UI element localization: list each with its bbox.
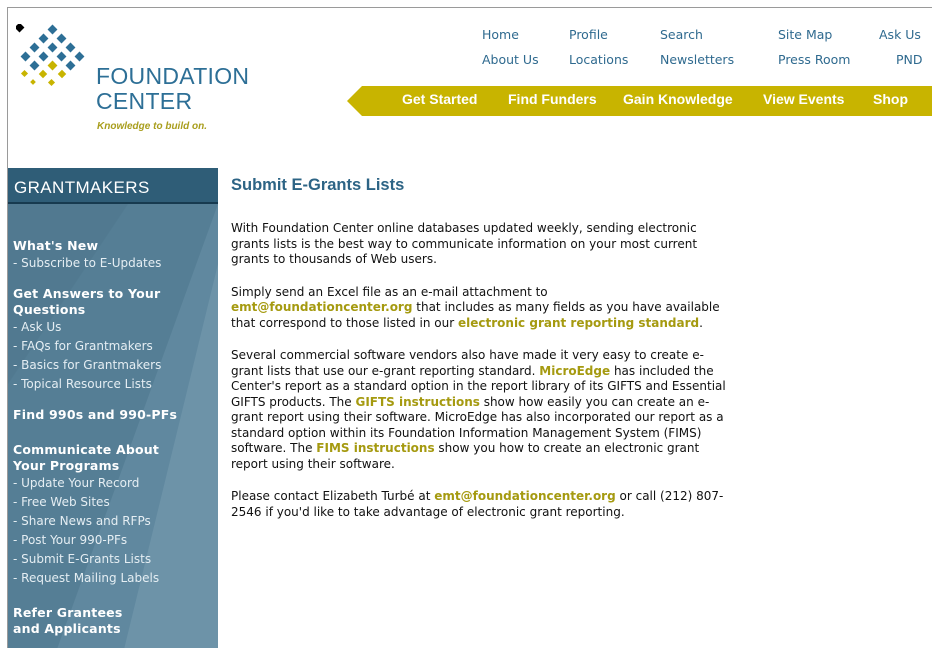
main-content: Submit E-Grants Lists With Foundation Ce… [231,176,731,537]
gifts-instructions-link[interactable]: GIFTS instructions [355,395,479,409]
sidebar-group-990s: Find 990s and 990-PFs [13,407,213,423]
sidebar-link-post-990pfs[interactable]: - Post Your 990-PFs [13,531,213,550]
sidebar-link-free-web-sites[interactable]: - Free Web Sites [13,493,213,512]
page-title: Submit E-Grants Lists [231,176,405,194]
nav-about-us-link[interactable]: About Us [482,52,539,67]
shop-button[interactable]: Shop [873,91,908,107]
page-frame: FOUNDATION CENTER Knowledge to build on.… [7,7,932,648]
nav-ask-us-link[interactable]: Ask Us [879,27,921,42]
contact-email-link[interactable]: emt@foundationcenter.org [434,489,615,503]
nav-search-link[interactable]: Search [660,27,703,42]
sidebar-link-subscribe[interactable]: - Subscribe to E-Updates [13,254,213,273]
nav-press-room-link[interactable]: Press Room [778,52,850,67]
brand-name-line2: CENTER [96,88,193,114]
sidebar-heading[interactable]: Find 990s and 990-PFs [13,407,213,423]
sidebar-group-refer: Refer Grantees and Applicants [13,605,213,637]
sidebar-link-topical-lists[interactable]: - Topical Resource Lists [13,375,213,394]
sidebar-link-submit-egrants[interactable]: - Submit E-Grants Lists [13,550,213,569]
paragraph-send-excel: Simply send an Excel file as an e-mail a… [231,285,731,332]
sidebar-link-faqs[interactable]: - FAQs for Grantmakers [13,337,213,356]
reporting-standard-link[interactable]: electronic grant reporting standard [458,316,699,330]
nav-locations-link[interactable]: Locations [569,52,628,67]
paragraph-text: Please contact Elizabeth Turbé at [231,489,435,503]
nav-pnd-link[interactable]: PND [896,52,923,67]
sidebar-title: GRANTMAKERS [14,178,150,197]
sidebar-group-whats-new: What's New - Subscribe to E-Updates [13,238,213,273]
paragraph-software-vendors: Several commercial software vendors also… [231,348,731,472]
sidebar-link-basics[interactable]: - Basics for Grantmakers [13,356,213,375]
find-funders-button[interactable]: Find Funders [508,91,597,107]
microedge-link[interactable]: MicroEdge [539,364,610,378]
sidebar-link-share-news[interactable]: - Share News and RFPs [13,512,213,531]
paragraph-text: Simply send an Excel file as an e-mail a… [231,284,548,299]
foundation-center-logo[interactable] [16,24,96,104]
paragraph-contact: Please contact Elizabeth Turbé at emt@fo… [231,489,731,520]
sidebar-heading[interactable]: Communicate About Your Programs [13,442,183,474]
paragraph-intro: With Foundation Center online databases … [231,221,698,266]
brand-tagline: Knowledge to build on. [97,121,207,132]
gain-knowledge-button[interactable]: Gain Knowledge [623,91,733,107]
nav-site-map-link[interactable]: Site Map [778,27,832,42]
sidebar-link-update-record[interactable]: - Update Your Record [13,474,213,493]
sidebar-heading[interactable]: Refer Grantees and Applicants [13,605,143,637]
get-started-button[interactable]: Get Started [402,91,477,107]
nav-home-link[interactable]: Home [482,27,519,42]
view-events-button[interactable]: View Events [763,91,844,107]
sidebar-heading[interactable]: Get Answers to Your Questions [13,286,163,318]
sidebar-heading[interactable]: What's New [13,238,213,254]
sidebar: GRANTMAKERS What's New - Subscribe to E-… [8,168,218,648]
sidebar-menu: What's New - Subscribe to E-Updates Get … [13,238,213,648]
email-link[interactable]: emt@foundationcenter.org [231,300,412,314]
nav-newsletters-link[interactable]: Newsletters [660,52,734,67]
brand-name-line1: FOUNDATION [96,63,250,89]
sidebar-group-communicate: Communicate About Your Programs - Update… [13,442,213,588]
sidebar-link-mailing-labels[interactable]: - Request Mailing Labels [13,569,213,588]
fims-instructions-link[interactable]: FIMS instructions [316,441,434,455]
sidebar-link-ask-us[interactable]: - Ask Us [13,318,213,337]
paragraph-text: . [699,315,703,330]
nav-profile-link[interactable]: Profile [569,27,608,42]
sidebar-group-answers: Get Answers to Your Questions - Ask Us -… [13,286,213,394]
